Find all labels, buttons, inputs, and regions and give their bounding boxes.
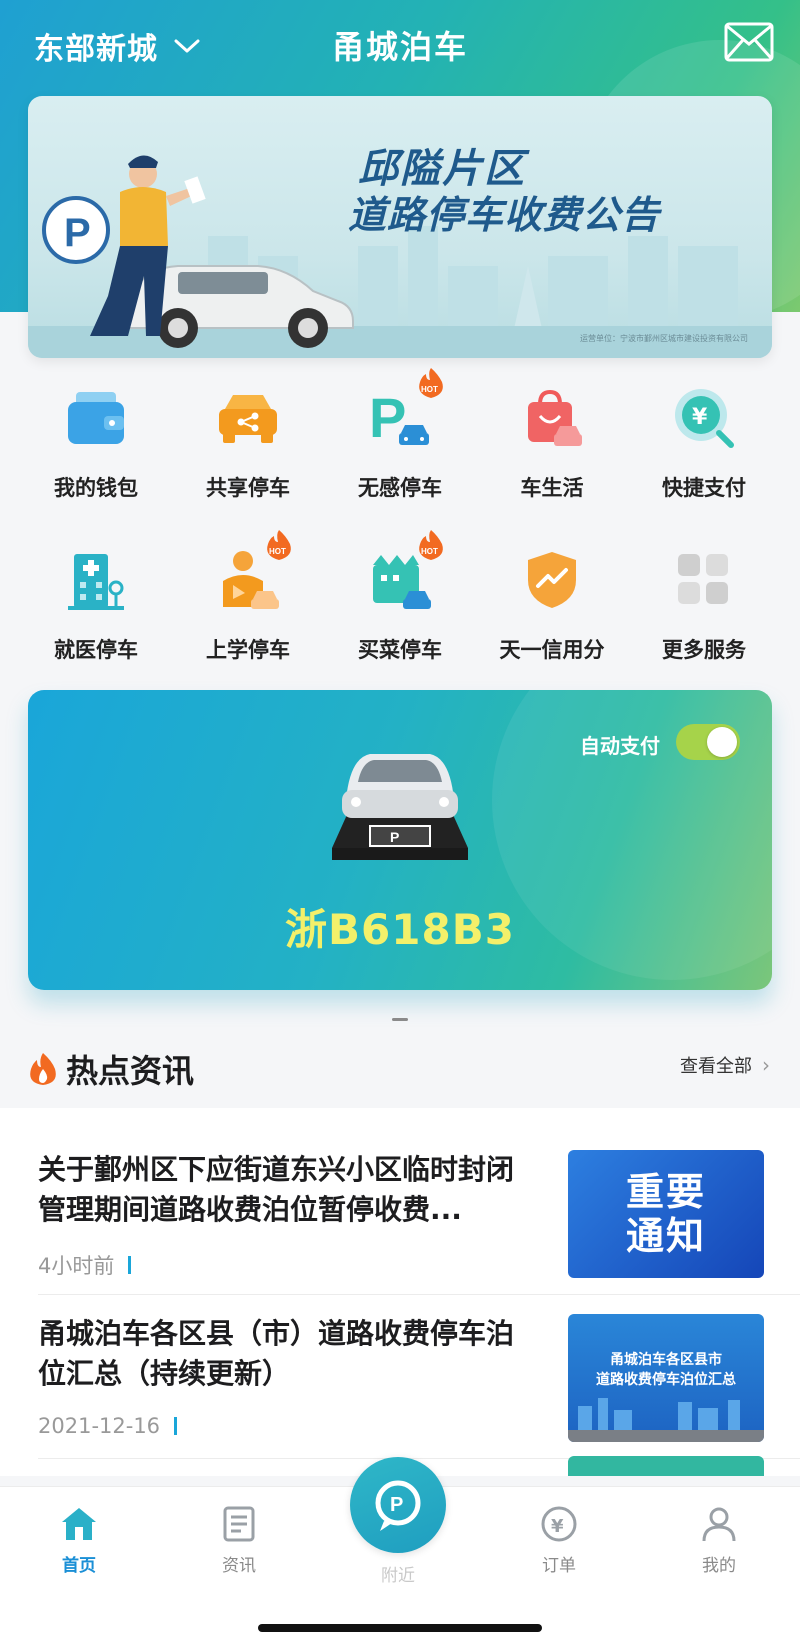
tab-label: 我的 [702, 1556, 736, 1576]
hot-badge-icon: HOT [419, 530, 443, 560]
vehicle-card[interactable]: 自动支付 P 浙B618B3 [28, 690, 772, 990]
news-title: 关于鄞州区下应街道东兴小区临时封闭管理期间道路收费泊位暂停收费... [38, 1153, 515, 1226]
banner-footnote: 运营单位：宁波市鄞州区城市建设投资有限公司 [580, 334, 748, 343]
tab-news[interactable]: 资讯 [184, 1505, 294, 1576]
mail-icon[interactable] [724, 22, 774, 66]
svg-text:¥: ¥ [551, 1516, 564, 1537]
svg-text:¥: ¥ [692, 405, 708, 430]
service-label: 就医停车 [54, 638, 138, 662]
profile-icon [702, 1507, 736, 1542]
school-icon: HOT [208, 530, 291, 620]
tab-home[interactable]: 首页 [24, 1505, 134, 1576]
shared-parking-icon [208, 378, 288, 458]
see-all-label: 查看全部 [680, 1056, 752, 1077]
time-marker [174, 1417, 178, 1435]
service-car-life[interactable]: 车生活 [476, 378, 628, 502]
top-bar: 东部新城 甬城泊车 [0, 0, 800, 88]
svg-text:P: P [64, 211, 91, 255]
fire-icon [30, 1053, 56, 1085]
service-credit-score[interactable]: 天一信用分 [476, 540, 628, 664]
chevron-right-icon: › [762, 1053, 770, 1077]
service-school-parking[interactable]: HOT 上学停车 [172, 530, 324, 664]
app-title: 甬城泊车 [331, 28, 468, 66]
auto-pay-label: 自动支付 [580, 734, 660, 758]
service-label: 更多服务 [662, 638, 746, 662]
p-car-icon: P HOT [360, 368, 443, 458]
tab-label: 资讯 [222, 1556, 256, 1576]
service-label: 上学停车 [206, 638, 290, 662]
wallet-icon [56, 378, 136, 458]
service-grid: 我的钱包 共享停车 P HOT 无感停车 车生活 ¥ 快捷支付 就医停车 HOT… [20, 368, 780, 664]
news-thumbnail: 重要 通知 [568, 1150, 764, 1278]
service-label: 车生活 [520, 476, 584, 500]
hot-badge-icon: HOT [267, 530, 291, 560]
tab-profile[interactable]: 我的 [664, 1505, 774, 1576]
news-time: 2021-12-16 [38, 1414, 178, 1438]
svg-text:HOT: HOT [421, 385, 438, 394]
news-thumbnail: 甬城泊车各区县市 道路收费停车泊位汇总 [568, 1314, 764, 1442]
home-icon [62, 1508, 96, 1540]
news-header: 热点资讯 [28, 1046, 194, 1092]
carousel-indicator [392, 1018, 408, 1021]
bottom-tab-bar: 首页 资讯 P 附近 ¥ 订单 我的 [0, 1457, 800, 1643]
banner-title-notice: 道路停车收费公告 [348, 193, 661, 237]
service-label: 快捷支付 [662, 476, 746, 500]
nearby-parking-icon: P [375, 1480, 421, 1531]
car-parked-icon: P [332, 754, 468, 860]
svg-text:P: P [390, 829, 399, 845]
service-more[interactable]: 更多服务 [628, 540, 780, 664]
service-label: 无感停车 [358, 476, 442, 500]
toggle-knob [707, 727, 737, 757]
thumbnail-text: 重要 通知 [625, 1170, 706, 1258]
news-thumbnail [568, 1456, 764, 1476]
tab-label: 首页 [62, 1556, 96, 1576]
auto-pay-toggle[interactable] [676, 724, 740, 760]
service-market-parking[interactable]: HOT 买菜停车 [324, 530, 476, 664]
service-senseless-parking[interactable]: P HOT 无感停车 [324, 368, 476, 502]
car-life-bag-icon [512, 378, 592, 458]
news-heading: 热点资讯 [66, 1052, 195, 1090]
tab-orders[interactable]: ¥ 订单 [504, 1505, 614, 1576]
news-item[interactable]: 甬城泊车各区县（市）道路收费停车泊位汇总（持续更新） 2021-12-16 甬城… [0, 1272, 800, 1442]
news-icon [223, 1506, 255, 1542]
news-title: 甬城泊车各区县（市）道路收费停车泊位汇总（持续更新） [38, 1317, 515, 1390]
news-list: 关于鄞州区下应街道东兴小区临时封闭管理期间道路收费泊位暂停收费... 4小时前 … [0, 1108, 800, 1476]
grid-more-icon [664, 540, 744, 620]
tab-label: 附近 [381, 1566, 415, 1586]
market-icon: HOT [360, 530, 443, 620]
hot-badge-icon: HOT [419, 368, 443, 398]
credit-shield-icon [512, 540, 592, 620]
service-label: 买菜停车 [358, 638, 442, 662]
service-quick-pay[interactable]: ¥ 快捷支付 [628, 378, 780, 502]
service-shared-parking[interactable]: 共享停车 [172, 378, 324, 502]
home-indicator [258, 1624, 542, 1632]
tab-label: 订单 [542, 1556, 576, 1576]
service-hospital-parking[interactable]: 就医停车 [20, 540, 172, 664]
see-all-link[interactable]: 查看全部 › [680, 1052, 770, 1078]
hospital-icon [56, 540, 136, 620]
news-time-text: 2021-12-16 [38, 1414, 161, 1438]
service-label: 我的钱包 [54, 476, 138, 500]
svg-text:P: P [390, 1494, 403, 1516]
announcement-banner[interactable]: P 邱隘片区 道路停车收费公告 运营单位：宁波市鄞州区城市建设投资有限公司 [28, 96, 772, 358]
svg-text:HOT: HOT [421, 547, 438, 556]
order-icon: ¥ [541, 1506, 577, 1542]
thumbnail-skyline [568, 1398, 764, 1442]
news-item[interactable]: 关于鄞州区下应街道东兴小区临时封闭管理期间道路收费泊位暂停收费... 4小时前 … [0, 1108, 800, 1278]
service-label: 共享停车 [206, 476, 290, 500]
license-plate: 浙B618B3 [285, 905, 515, 954]
service-label: 天一信用分 [499, 638, 605, 662]
tab-nearby[interactable]: P [350, 1457, 446, 1553]
svg-text:HOT: HOT [269, 547, 286, 556]
service-wallet[interactable]: 我的钱包 [20, 378, 172, 502]
yuan-search-icon: ¥ [664, 378, 744, 458]
